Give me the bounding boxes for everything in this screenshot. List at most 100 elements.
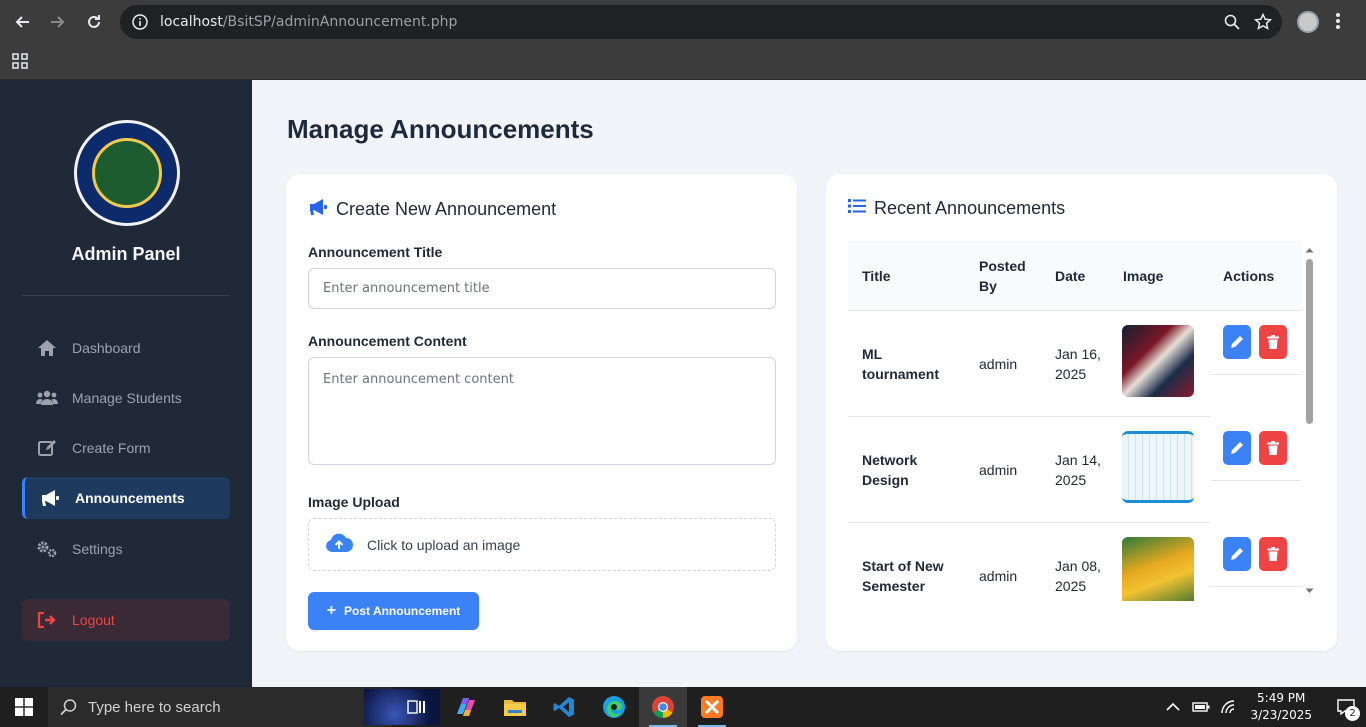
reload-icon <box>88 15 100 28</box>
clock-date: 3/23/2025 <box>1250 708 1312 722</box>
create-card-title: Create New Announcement <box>336 199 557 219</box>
logout-icon <box>22 612 72 628</box>
url-text: localhost/BsitSP/adminAnnouncement.php <box>160 14 457 30</box>
row-thumbnail[interactable] <box>1122 537 1194 601</box>
copilot-icon[interactable] <box>442 687 490 727</box>
bookmarks-bar <box>0 44 1366 80</box>
table-row: ML tournament admin Jan 16, 2025 <box>848 311 1302 417</box>
col-posted-by: Posted By <box>979 258 1026 294</box>
main-content: Manage Announcements Create New Announce… <box>252 80 1366 687</box>
announcements-table: Title Posted By Date Image Actions ML to… <box>848 241 1315 601</box>
forward-button[interactable] <box>40 4 76 40</box>
browser-toolbar: localhost/BsitSP/adminAnnouncement.php <box>0 0 1366 44</box>
scroll-up-icon[interactable] <box>1304 245 1315 255</box>
edge-icon[interactable] <box>590 687 638 727</box>
sidebar-title: Admin Panel <box>71 244 181 264</box>
xampp-icon[interactable] <box>688 687 736 727</box>
file-explorer-icon[interactable] <box>491 687 539 727</box>
battery-icon[interactable] <box>1192 701 1210 713</box>
edit-icon <box>22 439 72 457</box>
users-icon <box>22 390 72 406</box>
vscode-icon[interactable] <box>540 687 588 727</box>
taskbar-search[interactable]: Type here to search <box>48 687 440 727</box>
announcement-content-textarea[interactable]: Enter announcement content <box>308 357 776 465</box>
plus-icon: + <box>326 602 337 619</box>
row-thumbnail[interactable] <box>1122 431 1194 503</box>
trash-icon <box>1267 335 1279 349</box>
bookmark-star-icon[interactable] <box>1254 13 1272 31</box>
chevron-up-icon[interactable] <box>1166 702 1181 712</box>
image-upload-dropzone[interactable]: Click to upload an image <box>308 518 776 571</box>
start-button[interactable] <box>0 687 48 727</box>
scroll-down-icon[interactable] <box>1304 586 1315 596</box>
title-label: Announcement Title <box>308 244 443 260</box>
create-card-header: Create New Announcement <box>308 198 556 221</box>
system-tray: 5:49 PM 3/23/2025 2 <box>1166 687 1366 727</box>
content-placeholder: Enter announcement content <box>323 372 514 387</box>
edit-button[interactable] <box>1223 537 1251 571</box>
col-title: Title <box>862 268 891 284</box>
edit-button[interactable] <box>1223 325 1251 359</box>
megaphone-icon <box>308 198 328 221</box>
announcement-title-input[interactable]: Enter announcement title <box>308 268 776 309</box>
zoom-icon[interactable] <box>1224 14 1240 30</box>
address-bar[interactable]: localhost/BsitSP/adminAnnouncement.php <box>120 5 1282 39</box>
delete-button[interactable] <box>1259 537 1287 571</box>
upload-text: Click to upload an image <box>367 536 521 553</box>
logout-button[interactable]: Logout <box>22 599 230 641</box>
row-posted-by: admin <box>979 356 1018 372</box>
sidebar-item-label: Settings <box>72 541 123 557</box>
logout-label: Logout <box>72 612 115 628</box>
sidebar-item-settings[interactable]: Settings <box>22 528 230 570</box>
bsit-logo <box>74 120 180 226</box>
sidebar-item-manage-students[interactable]: Manage Students <box>22 377 230 419</box>
recent-announcements-card: Recent Announcements Title Posted By Dat… <box>826 174 1337 651</box>
arrow-left-icon <box>15 16 29 28</box>
pencil-icon <box>1231 336 1243 348</box>
row-posted-by: admin <box>979 568 1018 584</box>
delete-button[interactable] <box>1259 431 1287 465</box>
scrollbar-thumb[interactable] <box>1306 259 1313 424</box>
sidebar-item-label: Create Form <box>72 440 151 456</box>
apps-grid-icon[interactable] <box>12 53 28 74</box>
sidebar-item-dashboard[interactable]: Dashboard <box>22 327 230 369</box>
recent-card-title: Recent Announcements <box>874 198 1066 218</box>
reload-button[interactable] <box>76 4 112 40</box>
edit-button[interactable] <box>1223 431 1251 465</box>
col-date: Date <box>1055 268 1086 284</box>
sidebar-item-label: Announcements <box>75 490 185 506</box>
chrome-icon[interactable] <box>639 687 687 727</box>
notification-badge: 2 <box>1345 706 1360 721</box>
notifications-button[interactable]: 2 <box>1326 687 1366 727</box>
arrow-right-icon <box>51 16 65 28</box>
task-view-icon[interactable] <box>392 687 440 727</box>
sidebar-item-announcements[interactable]: Announcements <box>22 477 230 519</box>
browser-menu-icon[interactable] <box>1336 12 1340 35</box>
clock-time: 5:49 PM <box>1257 691 1306 705</box>
cloud-upload-icon <box>325 533 353 556</box>
gears-icon <box>22 540 72 558</box>
sidebar-item-create-form[interactable]: Create Form <box>22 427 230 469</box>
post-announcement-button[interactable]: + Post Announcement <box>308 592 479 630</box>
table-scrollbar[interactable] <box>1304 241 1315 601</box>
row-date: Jan 08, 2025 <box>1055 558 1101 594</box>
site-info-icon[interactable] <box>132 14 148 30</box>
col-image: Image <box>1123 268 1164 284</box>
search-icon <box>60 699 77 716</box>
trash-icon <box>1267 441 1279 455</box>
delete-button[interactable] <box>1259 325 1287 359</box>
image-upload-label: Image Upload <box>308 494 400 510</box>
row-thumbnail[interactable] <box>1122 325 1194 397</box>
post-button-label: Post Announcement <box>344 604 461 618</box>
wifi-icon[interactable] <box>1220 700 1236 714</box>
search-placeholder: Type here to search <box>88 698 221 716</box>
table-row: Start of New Semester admin Jan 08, 2025 <box>848 523 1302 601</box>
sidebar-item-label: Manage Students <box>72 390 182 406</box>
sidebar-divider <box>22 295 230 296</box>
profile-avatar[interactable] <box>1297 11 1319 33</box>
clock[interactable]: 5:49 PM 3/23/2025 <box>1250 690 1312 724</box>
back-button[interactable] <box>4 4 40 40</box>
row-date: Jan 14, 2025 <box>1055 452 1101 488</box>
title-placeholder: Enter announcement title <box>323 281 490 296</box>
megaphone-icon <box>25 489 75 507</box>
